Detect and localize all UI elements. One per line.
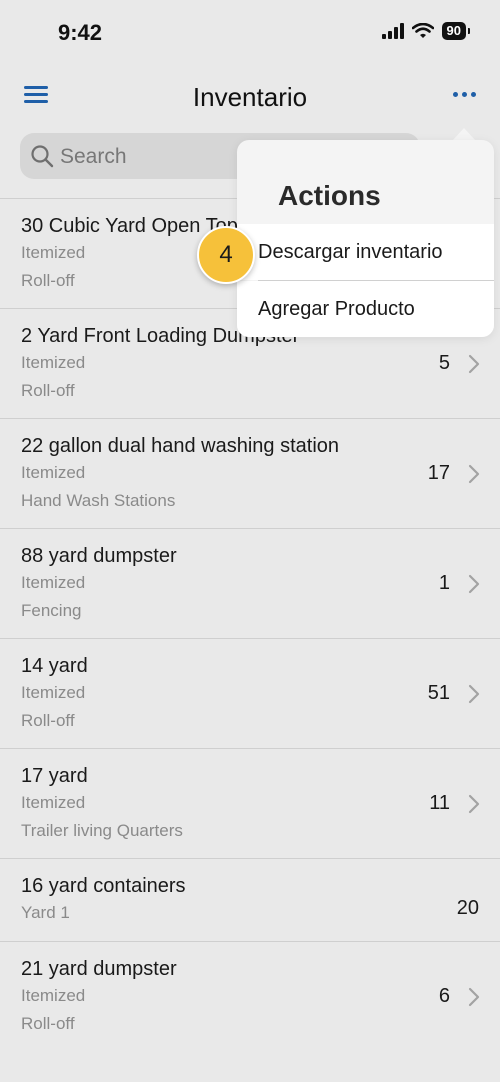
item-type: Itemized — [21, 986, 86, 1005]
item-type: Itemized — [21, 243, 86, 262]
list-item[interactable]: 16 yard containers Yard 1 20 — [0, 859, 500, 942]
dropdown-title: Actions — [278, 180, 381, 211]
item-count: 5 — [438, 352, 450, 374]
item-count: 11 — [429, 792, 450, 814]
chevron-right-icon — [468, 354, 480, 374]
page-title: Inventario — [192, 82, 308, 112]
battery-indicator: 90 — [441, 22, 471, 40]
item-type: Itemized — [21, 683, 86, 702]
item-count: 17 — [427, 462, 450, 484]
chevron-right-icon — [468, 987, 480, 1007]
list-item[interactable]: 21 yard dumpster Itemized Roll-off 6 — [0, 942, 500, 1051]
step-number-badge: 4 — [197, 226, 255, 284]
item-category: Roll-off — [21, 381, 75, 400]
item-category: Roll-off — [21, 711, 75, 730]
item-name: 22 gallon dual hand washing station — [21, 435, 340, 457]
menu-item-label: Descargar inventario — [258, 241, 443, 263]
list-item[interactable]: 17 yard Itemized Trailer living Quarters… — [0, 749, 500, 859]
item-category: Hand Wash Stations — [21, 491, 176, 510]
list-item[interactable]: 88 yard dumpster Itemized Fencing 1 — [0, 529, 500, 639]
item-name: 21 yard dumpster — [21, 958, 177, 980]
item-type: Itemized — [21, 793, 86, 812]
item-count: 1 — [438, 572, 450, 594]
menu-item-agregar-producto[interactable]: Agregar Producto — [237, 281, 494, 337]
item-category: Trailer living Quarters — [21, 821, 183, 840]
item-type: Itemized — [21, 573, 86, 592]
item-category: Fencing — [21, 601, 82, 620]
status-icons: 90 — [381, 22, 471, 40]
search-icon — [31, 145, 54, 168]
navigation-bar: Inventario — [0, 64, 500, 130]
more-options-icon[interactable] — [453, 92, 476, 97]
status-bar: 9:42 90 — [0, 0, 500, 64]
item-name: 16 yard containers — [21, 875, 186, 897]
chevron-right-icon — [468, 464, 480, 484]
item-category: Roll-off — [21, 271, 75, 290]
item-type: Yard 1 — [21, 903, 70, 922]
list-item[interactable]: 22 gallon dual hand washing station Item… — [0, 419, 500, 529]
menu-item-descargar-inventario[interactable]: Descargar inventario — [237, 224, 494, 280]
wifi-icon — [411, 23, 434, 38]
item-count: 6 — [438, 985, 450, 1007]
item-count: 51 — [427, 682, 450, 704]
chevron-right-icon — [468, 684, 480, 704]
item-name: 88 yard dumpster — [21, 545, 177, 567]
chevron-right-icon — [468, 794, 480, 814]
list-item[interactable]: 14 yard Itemized Roll-off 51 — [0, 639, 500, 749]
status-time: 9:42 — [58, 20, 103, 45]
item-name: 17 yard — [21, 765, 88, 787]
signal-icon — [381, 23, 404, 39]
item-type: Itemized — [21, 353, 86, 372]
actions-dropdown: Actions Descargar inventario Agregar Pro… — [237, 140, 494, 337]
item-name: 14 yard — [21, 655, 88, 677]
item-type: Itemized — [21, 463, 86, 482]
chevron-right-icon — [468, 574, 480, 594]
item-category: Roll-off — [21, 1014, 75, 1033]
menu-item-label: Agregar Producto — [258, 298, 415, 320]
item-count: 20 — [456, 897, 479, 919]
